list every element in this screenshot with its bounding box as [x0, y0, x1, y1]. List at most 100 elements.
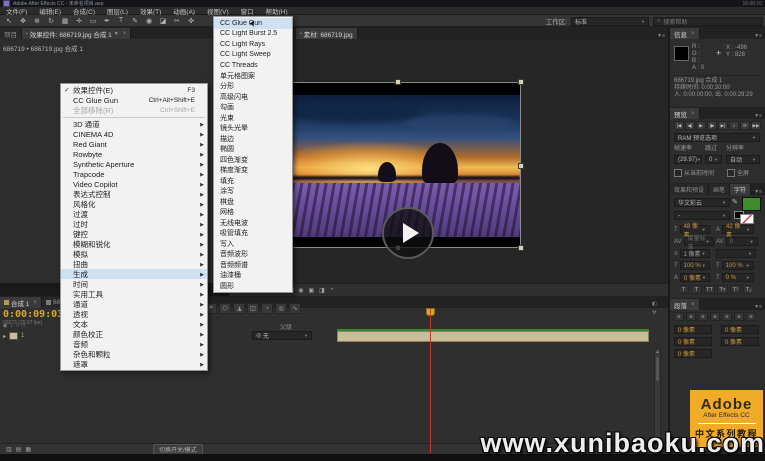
fill-color-swatch[interactable]	[742, 197, 761, 211]
snapshot-icon[interactable]: ◉	[298, 287, 303, 294]
parent-dropdown[interactable]: ◎ 无▼	[252, 331, 312, 340]
rotation-tool[interactable]: ↻	[44, 16, 58, 26]
previous-frame-button[interactable]: ◀|	[685, 121, 695, 130]
video-switch-icon[interactable]: ◉	[3, 323, 7, 329]
scrollbar-thumb[interactable]	[656, 357, 659, 381]
menubar-item[interactable]: 效果(T)	[134, 7, 167, 14]
align-center-button[interactable]: ≡	[686, 312, 696, 321]
submenu-item[interactable]: 四色渐变	[214, 155, 292, 166]
chevron-down-icon[interactable]: ▼	[114, 31, 119, 37]
expand-transfer-controls-icon[interactable]: ▤	[16, 446, 22, 453]
menu-item[interactable]: ✓ 效果控件(E) F3 ▶	[61, 85, 207, 95]
close-icon[interactable]: ×	[691, 302, 695, 308]
panel-menu-icon[interactable]: ▼≡	[751, 189, 765, 195]
menubar-item[interactable]: 动画(A)	[167, 7, 201, 14]
show-snapshot-icon[interactable]: ▣	[308, 287, 314, 294]
hide-shy-icon[interactable]: ◮	[233, 303, 245, 314]
comp-marker-icon[interactable]: ◧	[652, 301, 657, 307]
workspace-dropdown[interactable]: 标准▼	[571, 17, 649, 26]
exposure-icon[interactable]: ◔	[330, 287, 334, 294]
font-style-dropdown[interactable]: -▼	[674, 211, 730, 220]
brush-tool[interactable]: ✎	[128, 16, 142, 26]
menu-item[interactable]: ✓ 过渡 ▶	[61, 209, 207, 219]
submenu-item[interactable]: 音频波形	[214, 249, 292, 260]
audio-button[interactable]: ♪	[729, 121, 739, 130]
menu-item[interactable]: ✓ 键控 ▶	[61, 229, 207, 239]
fps-dropdown[interactable]: (29.97)▼	[674, 155, 702, 164]
stroke-style-dropdown[interactable]: ▼	[716, 249, 756, 258]
tab-effect-controls[interactable]: ▪ 效果控件: 686719.jpg 合成 1 ▼ ×	[22, 28, 131, 39]
menu-item[interactable]: ✓ 音频 ▶	[61, 339, 207, 349]
hand-tool[interactable]: ✥	[16, 16, 30, 26]
menu-item[interactable]: ✓ 全部移除(R) Ctrl+Shift+E ▶	[61, 105, 207, 115]
tab-preview[interactable]: 预览×	[670, 108, 700, 119]
draft-3d-icon[interactable]: ⬡	[219, 303, 231, 314]
next-frame-button[interactable]: |▶	[707, 121, 717, 130]
submenu-item[interactable]: CC Light Rays	[214, 39, 292, 50]
menu-item[interactable]: ✓ 3D 通道 ▶	[61, 119, 207, 129]
menu-item[interactable]: ✓ 模糊和锐化 ▶	[61, 239, 207, 249]
timeline-vertical-scrollbar[interactable]: ▲	[654, 348, 661, 440]
menubar-item[interactable]: 图层(L)	[101, 7, 134, 14]
tab-paragraph[interactable]: 段落×	[670, 299, 700, 310]
submenu-item[interactable]: 圆形	[214, 281, 292, 292]
channels-icon[interactable]: ◨	[319, 287, 325, 294]
menu-item[interactable]: ✓ 透视 ▶	[61, 309, 207, 319]
menu-item[interactable]: ✓ CINEMA 4D ▶	[61, 129, 207, 139]
close-icon[interactable]: ×	[123, 31, 127, 37]
horizontal-scale-dropdown[interactable]: 100 %▼	[722, 261, 754, 270]
panel-menu-icon[interactable]: ▼≡	[751, 33, 765, 39]
submenu-item[interactable]: 梯度渐变	[214, 165, 292, 176]
menubar-item[interactable]: 合成(C)	[67, 7, 101, 14]
tab-info[interactable]: 信息×	[670, 28, 700, 39]
layer-color-chip[interactable]	[9, 332, 18, 340]
justify-last-left-button[interactable]: ≡	[710, 312, 720, 321]
menu-item[interactable]: ✓ CC Glue Gun Ctrl+Alt+Shift+E ▶	[61, 95, 207, 105]
close-icon[interactable]: ×	[691, 111, 695, 117]
pickwhip-icon[interactable]: ◎	[256, 332, 261, 339]
submenu-item[interactable]: 网格	[214, 207, 292, 218]
submenu-item[interactable]: 填充	[214, 176, 292, 187]
panel-menu-icon[interactable]: ▼≡	[751, 113, 765, 119]
menu-item[interactable]: ✓ 实用工具 ▶	[61, 289, 207, 299]
clone-stamp-tool[interactable]: ◉	[142, 16, 156, 26]
menu-item[interactable]: ✓ Red Giant ▶	[61, 139, 207, 149]
indent-field[interactable]: 0 像素	[674, 349, 712, 358]
submenu-item[interactable]: 音频频谱	[214, 260, 292, 271]
submenu-item[interactable]: 油漆桶	[214, 270, 292, 281]
indent-field[interactable]: 0 像素	[674, 325, 712, 334]
selection-handle[interactable]	[395, 79, 401, 85]
vertical-scale-dropdown[interactable]: 100 %▼	[680, 261, 710, 270]
solo-switch-icon[interactable]: ○	[16, 323, 19, 329]
from-current-time-checkbox[interactable]: 从当前时间	[674, 168, 714, 177]
zoom-tool[interactable]: ⊕	[30, 16, 44, 26]
indent-field[interactable]: 0 像素	[721, 325, 759, 334]
expand-layer-switches-icon[interactable]: ▥	[6, 446, 12, 453]
toggle-switches-modes-button[interactable]: 切换开关/模式	[153, 444, 203, 455]
scroll-up-icon[interactable]: ▲	[655, 349, 660, 354]
frame-blend-icon[interactable]: ◫	[247, 303, 259, 314]
submenu-item[interactable]: 吸管填充	[214, 228, 292, 239]
menu-item[interactable]: ✓ 过时 ▶	[61, 219, 207, 229]
submenu-item[interactable]: 椭圆	[214, 144, 292, 155]
type-tool[interactable]: T	[114, 16, 128, 26]
selection-handle[interactable]	[518, 163, 524, 169]
comp-button-icon[interactable]: ⚒	[652, 310, 657, 316]
menu-item[interactable]: ✓ Trapcode ▶	[61, 169, 207, 179]
close-icon[interactable]: ×	[691, 31, 695, 37]
tab-project[interactable]: 项目	[0, 28, 22, 39]
menu-item[interactable]: ✓ 表达式控制 ▶	[61, 189, 207, 199]
tracking-dropdown[interactable]: 0▼	[726, 237, 758, 246]
selection-handle[interactable]	[518, 245, 524, 251]
tab-comp-1[interactable]: 合成 1×	[0, 297, 42, 308]
faux-bold-button[interactable]: T	[678, 285, 689, 294]
layer-duration-bar[interactable]	[337, 331, 649, 342]
submenu-item[interactable]: CC Light Burst 2.5	[214, 29, 292, 40]
selection-handle[interactable]	[518, 79, 524, 85]
menu-item[interactable]: ✓ Rowbyte ▶	[61, 149, 207, 159]
menubar-item[interactable]: 编辑(E)	[33, 7, 67, 14]
menu-item[interactable]: ✓ Synthetic Aperture ▶	[61, 159, 207, 169]
menubar-item[interactable]: 文件(F)	[0, 7, 33, 14]
help-search-input[interactable]: ⌕ 搜索帮助	[653, 17, 763, 26]
lock-switch-icon[interactable]: □	[22, 323, 25, 329]
